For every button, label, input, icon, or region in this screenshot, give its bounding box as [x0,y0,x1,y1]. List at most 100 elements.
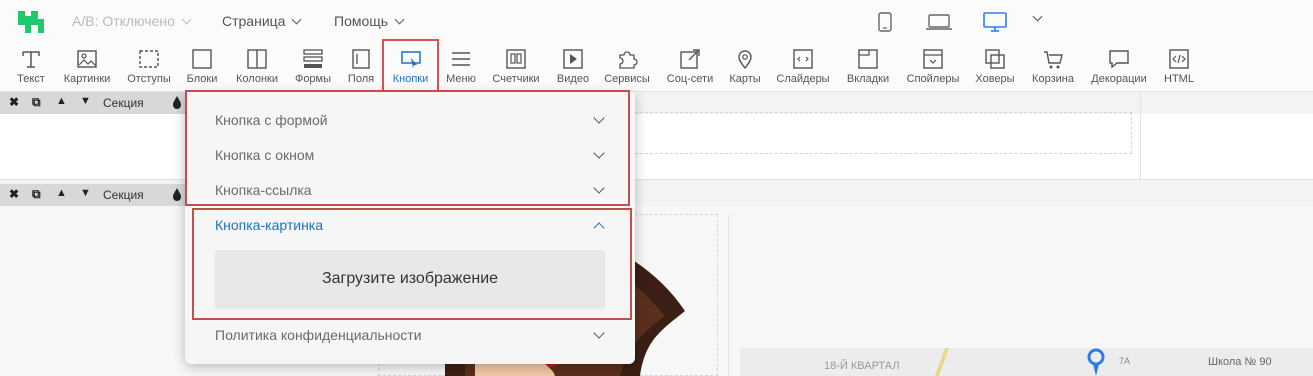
chevron-down-icon [394,14,405,25]
tool-label: Вкладки [846,73,890,85]
help-menu-label: Помощь [334,13,389,29]
tool-label: Формы [294,73,332,85]
map-label-district: 18-Й КВАРТАЛ [824,360,900,372]
chevron-down-icon [292,14,302,25]
tool-html[interactable]: HTML [1158,42,1200,92]
tool-label: Меню [446,73,476,85]
logo[interactable] [18,11,44,33]
tool-decorations[interactable]: Декорации [1086,42,1152,92]
tool-buttons[interactable]: Кнопки [382,39,439,93]
columns-icon [247,49,267,69]
chevron-down-icon [181,14,192,25]
tool-columns[interactable]: Колонки [230,42,284,92]
tool-services[interactable]: Сервисы [600,42,654,92]
tool-cart[interactable]: Корзина [1026,42,1080,92]
top-bar: A/B: Отключено Страница Помощь [0,0,1313,42]
tool-fields[interactable]: Поля [342,42,380,92]
ab-test-dropdown[interactable]: A/B: Отключено [72,13,192,29]
tool-label: Спойлеры [906,73,960,85]
puzzle-icon [619,51,638,69]
map-pin-icon [738,50,752,70]
tool-menu[interactable]: Меню [442,42,480,92]
tool-spoilers[interactable]: Спойлеры [902,42,964,92]
mobile-view-icon[interactable] [877,12,893,32]
tool-label: Кнопки [392,73,429,85]
arrow-down-icon[interactable]: ▼ [80,95,91,107]
counter-icon [506,49,526,69]
tool-label: Соц-сети [666,73,714,85]
accordion-privacy-policy[interactable]: Политика конфиденциальности [215,327,605,343]
tool-label: Видео [556,73,590,85]
tool-label: Колонки [236,73,278,85]
chevron-down-icon [593,327,605,339]
cart-icon [1044,51,1063,69]
tool-counters[interactable]: Счетчики [488,42,544,92]
code-icon [1169,49,1189,69]
image-icon [77,50,97,68]
close-icon[interactable]: ✖ [9,187,19,201]
tool-label: Поля [347,73,375,85]
section-label[interactable]: Секция [103,96,144,110]
desktop-view-icon[interactable] [983,12,1007,32]
copy-icon[interactable]: ⧉ [32,95,41,110]
tool-label: Корзина [1032,73,1074,85]
map-label-building: 7А [1119,356,1131,366]
tool-padding[interactable]: Отступы [122,42,176,92]
block-placeholder[interactable] [630,112,1132,154]
speech-bubble-icon [1109,50,1129,69]
tabs-icon [858,49,878,69]
tool-sliders[interactable]: Слайдеры [774,42,832,92]
map-label-school: Школа № 90 [1208,356,1272,368]
tool-label: Декорации [1091,73,1147,85]
padding-icon [139,50,159,68]
page-menu[interactable]: Страница [222,13,302,29]
tool-social[interactable]: Соц-сети [662,42,718,92]
tool-text[interactable]: Текст [8,42,54,92]
tool-label: Карты [729,73,761,85]
map-road [934,348,950,376]
map-marker-icon [1087,348,1105,376]
close-icon[interactable]: ✖ [9,95,19,109]
tool-label: Счетчики [492,73,540,85]
tool-label: Ховеры [975,73,1015,85]
tool-hovers[interactable]: Ховеры [972,42,1018,92]
tool-label: Отступы [127,73,171,85]
copy-icon[interactable]: ⧉ [32,187,41,202]
widget-toolbar: Текст Картинки Отступы Блоки Колонки Фор… [0,39,1313,93]
tablet-view-icon[interactable] [926,12,952,32]
spoiler-icon [923,49,943,69]
field-icon [352,49,370,69]
tool-forms[interactable]: Формы [290,42,336,92]
arrow-down-icon[interactable]: ▼ [80,187,91,199]
form-icon [303,49,323,68]
section-controls: ✖ ⧉ ▲ ▼ Секция [0,92,183,114]
tool-label: Слайдеры [776,73,830,85]
tool-label: Сервисы [604,73,650,85]
button-icon [400,51,421,68]
tool-video[interactable]: Видео [552,42,594,92]
drop-icon [173,96,181,109]
tool-label: Картинки [63,73,111,85]
help-menu[interactable]: Помощь [334,13,405,29]
tool-label: Текст [17,73,45,85]
device-dropdown[interactable] [1026,10,1043,26]
ab-test-label: A/B: Отключено [72,13,175,29]
arrow-up-icon[interactable]: ▲ [56,187,67,199]
column-divider [728,214,729,376]
page-menu-label: Страница [222,13,286,29]
slider-icon [793,49,813,69]
drop-icon [173,188,181,201]
section-label[interactable]: Секция [103,188,144,202]
tool-label: HTML [1164,73,1194,85]
tool-blocks[interactable]: Блоки [182,42,222,92]
tool-tabs[interactable]: Вкладки [840,42,896,92]
chevron-down-icon [1032,11,1043,22]
column-divider [1140,92,1141,180]
highlight-box-button-types [185,90,630,206]
arrow-up-icon[interactable]: ▲ [56,95,67,107]
block-icon [192,49,212,69]
map-snippet[interactable]: 18-Й КВАРТАЛ Школа № 90 7А [740,348,1313,376]
tool-images[interactable]: Картинки [58,42,116,92]
tool-maps[interactable]: Карты [724,42,766,92]
share-icon [680,49,700,69]
